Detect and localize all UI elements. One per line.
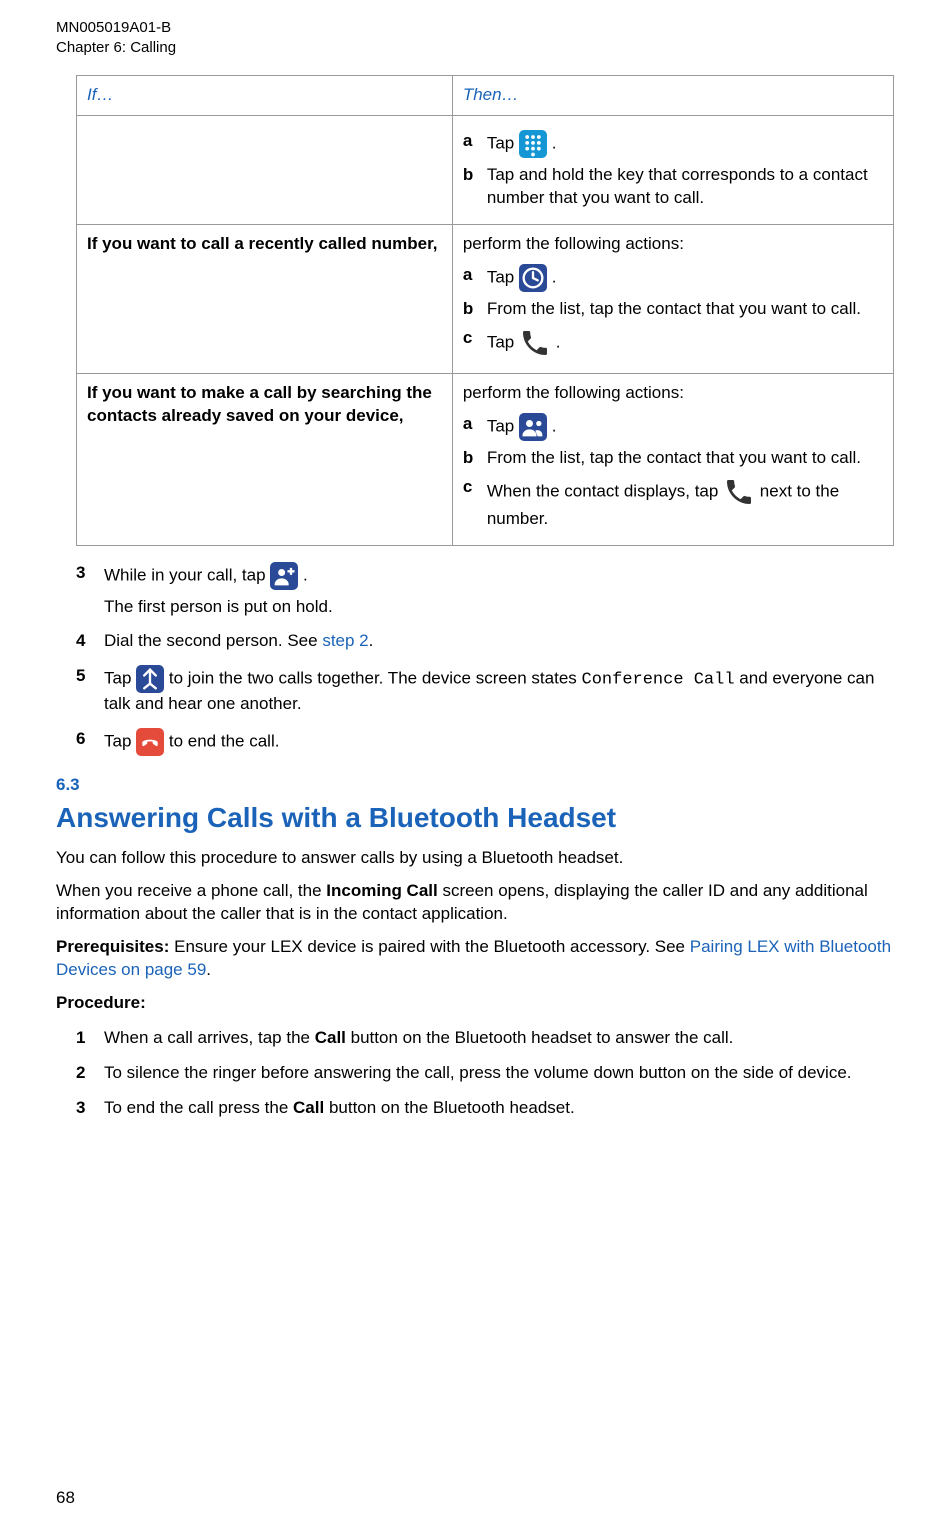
- body-text: Ensure your LEX device is paired with th…: [174, 937, 690, 956]
- merge-icon: [136, 665, 164, 693]
- substep-text: When the contact displays, tap: [487, 481, 723, 500]
- intro-text: perform the following actions:: [463, 234, 684, 253]
- chapter-label: Chapter 6: Calling: [56, 39, 176, 56]
- doc-id: MN005019A01-B: [56, 19, 171, 36]
- contacts-icon: [519, 413, 547, 441]
- step-text: To silence the ringer before answering t…: [104, 1062, 894, 1085]
- substep-label: b: [463, 164, 473, 187]
- step-text: Call: [315, 1028, 346, 1047]
- step-text: .: [369, 631, 374, 650]
- phone-icon: [519, 327, 551, 359]
- step-text: .: [303, 565, 308, 584]
- step-text: While in your call, tap: [104, 565, 270, 584]
- step-number: 3: [76, 1097, 85, 1120]
- section-number: 6.3: [56, 774, 894, 797]
- body-text: .: [206, 960, 211, 979]
- step-text: The first person is put on hold.: [104, 596, 894, 619]
- substep-text: From the list, tap the contact that you …: [487, 448, 861, 467]
- substep-label: a: [463, 130, 472, 153]
- step-number: 3: [76, 562, 85, 585]
- step-text: Call: [293, 1098, 324, 1117]
- step-text: Tap: [104, 669, 136, 688]
- step-2-link[interactable]: step 2: [322, 631, 368, 650]
- add-call-icon: [270, 562, 298, 590]
- substep-text: Tap: [487, 332, 519, 351]
- step-text: to end the call.: [169, 732, 280, 751]
- substep-label: c: [463, 476, 472, 499]
- table-row: perform the following actions: a Tap . b…: [452, 373, 893, 545]
- substep-label: b: [463, 298, 473, 321]
- substep-text: Tap and hold the key that corresponds to…: [487, 165, 868, 207]
- table-header-if: If…: [77, 76, 453, 116]
- substep-text: Tap: [487, 133, 519, 152]
- phone-icon: [723, 476, 755, 508]
- dialpad-icon: [519, 130, 547, 158]
- step-number: 2: [76, 1062, 85, 1085]
- recent-icon: [519, 264, 547, 292]
- step-number: 6: [76, 728, 85, 751]
- page-number: 68: [56, 1487, 75, 1510]
- substep-text: .: [552, 267, 557, 286]
- substep-text: .: [556, 332, 561, 351]
- substep-text: Tap: [487, 267, 519, 286]
- body-text: Incoming Call: [326, 881, 437, 900]
- table-row: perform the following actions: a Tap . b…: [452, 224, 893, 373]
- body-text: You can follow this procedure to answer …: [56, 847, 894, 870]
- substep-text: .: [552, 416, 557, 435]
- end-call-icon: [136, 728, 164, 756]
- table-row: a Tap . b Tap and hold the key that corr…: [452, 115, 893, 224]
- step-number: 4: [76, 630, 85, 653]
- substep-text: .: [552, 133, 557, 152]
- table-row: If you want to call a recently called nu…: [77, 224, 453, 373]
- substep-text: From the list, tap the contact that you …: [487, 299, 861, 318]
- step-text: To end the call press the: [104, 1098, 293, 1117]
- substep-label: c: [463, 327, 472, 350]
- step-number: 1: [76, 1027, 85, 1050]
- step-text: button on the Bluetooth headset to answe…: [351, 1028, 734, 1047]
- body-text: When you receive a phone call, the: [56, 881, 326, 900]
- substep-label: b: [463, 447, 473, 470]
- table-row: If you want to make a call by searching …: [77, 373, 453, 545]
- procedure-label: Procedure:: [56, 993, 146, 1012]
- table-header-then: Then…: [452, 76, 893, 116]
- step-text: Tap: [104, 732, 136, 751]
- body-text: Prerequisites:: [56, 937, 174, 956]
- substep-label: a: [463, 413, 472, 436]
- step-text: button on the Bluetooth headset.: [329, 1098, 575, 1117]
- substep-label: a: [463, 264, 472, 287]
- intro-text: perform the following actions:: [463, 383, 684, 402]
- section-title: Answering Calls with a Bluetooth Headset: [56, 799, 894, 837]
- step-text: Dial the second person. See: [104, 631, 322, 650]
- substep-text: Tap: [487, 416, 519, 435]
- table-row: [77, 115, 453, 224]
- step-number: 5: [76, 665, 85, 688]
- step-text: to join the two calls together. The devi…: [169, 669, 582, 688]
- screen-state-text: Conference Call: [582, 671, 735, 690]
- step-text: When a call arrives, tap the: [104, 1028, 315, 1047]
